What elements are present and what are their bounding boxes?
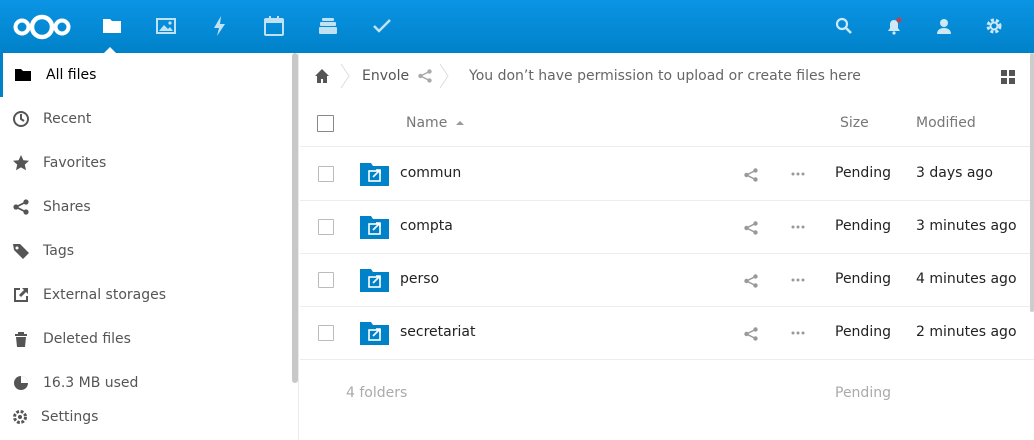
file-size: Pending	[835, 165, 891, 181]
file-size: Pending	[835, 324, 891, 340]
activity-app-icon[interactable]	[208, 14, 232, 38]
more-actions-icon[interactable]	[790, 219, 806, 235]
table-row[interactable]: perso Pending 4 minutes ago	[300, 254, 1034, 307]
breadcrumb-folder[interactable]: Envole	[362, 68, 409, 84]
top-bar	[0, 0, 1034, 53]
sidebar-item-label: Recent	[43, 111, 92, 127]
grid-view-icon[interactable]	[1001, 70, 1015, 84]
trash-icon	[15, 332, 27, 347]
external-folder-icon	[360, 269, 389, 292]
file-name[interactable]: commun	[400, 165, 461, 181]
clock-icon	[13, 111, 29, 127]
table-row[interactable]: secretariat Pending 2 minutes ago	[300, 307, 1034, 360]
external-folder-icon	[360, 163, 389, 186]
sidebar-scrollbar[interactable]	[292, 53, 298, 383]
row-checkbox[interactable]	[318, 166, 334, 182]
external-folder-icon	[360, 322, 389, 345]
file-size: Pending	[835, 218, 891, 234]
sidebar-item-label: External storages	[43, 287, 167, 303]
share-icon[interactable]	[743, 167, 759, 183]
table-row[interactable]: commun Pending 3 days ago	[300, 148, 1034, 201]
sidebar-item-favorites[interactable]: Favorites	[0, 141, 290, 185]
settings-label: Settings	[41, 409, 99, 425]
external-folder-icon	[360, 216, 389, 239]
folder-icon	[15, 69, 31, 81]
external-icon	[14, 288, 28, 302]
sidebar-item-external-storages[interactable]: External storages	[0, 273, 290, 317]
sidebar-item-label: Shares	[43, 199, 91, 215]
calendar-app-icon[interactable]	[262, 14, 286, 38]
quota-label: 16.3 MB used	[43, 375, 139, 391]
folder-count: 4 folders	[346, 385, 408, 401]
sidebar-item-deleted-files[interactable]: Deleted files	[0, 317, 290, 361]
tasks-app-icon[interactable]	[370, 14, 394, 38]
row-checkbox[interactable]	[318, 325, 334, 341]
breadcrumb: Envole You don’t have permission to uplo…	[300, 53, 1034, 99]
breadcrumb-separator	[340, 63, 350, 89]
home-icon[interactable]	[314, 68, 330, 84]
photos-app-icon[interactable]	[154, 14, 178, 38]
sidebar-item-tags[interactable]: Tags	[0, 229, 290, 273]
share-icon[interactable]	[743, 326, 759, 342]
more-actions-icon[interactable]	[790, 166, 806, 182]
column-size[interactable]: Size	[840, 115, 869, 131]
quota-pie-icon	[14, 376, 28, 390]
sidebar-item-label: Tags	[43, 243, 74, 259]
contacts-icon[interactable]	[934, 16, 954, 36]
column-modified[interactable]: Modified	[916, 115, 976, 131]
gear-icon	[13, 410, 27, 424]
share-icon[interactable]	[417, 68, 433, 84]
sidebar-item-label: Deleted files	[43, 331, 131, 347]
app-content: Envole You don’t have permission to uplo…	[300, 53, 1034, 440]
tag-icon	[13, 244, 29, 259]
share-icon[interactable]	[743, 220, 759, 236]
file-name[interactable]: perso	[400, 271, 439, 287]
notifications-icon[interactable]	[884, 16, 904, 36]
content-scrollbar[interactable]	[1030, 53, 1034, 312]
row-checkbox[interactable]	[318, 219, 334, 235]
share-icon[interactable]	[743, 273, 759, 289]
file-name[interactable]: compta	[400, 218, 453, 234]
sidebar-item-label: Favorites	[43, 155, 107, 171]
share-icon	[13, 199, 29, 215]
file-list-header: Name Size Modified	[300, 99, 1034, 147]
table-row[interactable]: compta Pending 3 minutes ago	[300, 201, 1034, 254]
breadcrumb-separator	[439, 63, 449, 89]
row-checkbox[interactable]	[318, 272, 334, 288]
file-name[interactable]: secretariat	[400, 324, 475, 340]
sort-ascending-icon	[456, 121, 464, 125]
sidebar-item-shares[interactable]: Shares	[0, 185, 290, 229]
sidebar-item-label: All files	[46, 67, 97, 83]
column-name[interactable]: Name	[406, 115, 447, 131]
sidebar-item-all-files[interactable]: All files	[0, 53, 290, 97]
file-modified: 3 days ago	[916, 165, 993, 181]
more-actions-icon[interactable]	[790, 325, 806, 341]
more-actions-icon[interactable]	[790, 272, 806, 288]
files-app-icon[interactable]	[100, 14, 124, 38]
star-icon	[13, 155, 29, 171]
nextcloud-logo[interactable]	[12, 13, 72, 41]
sidebar-item-recent[interactable]: Recent	[0, 97, 290, 141]
sidebar-settings[interactable]: Settings	[0, 395, 290, 439]
select-all-checkbox[interactable]	[317, 115, 334, 132]
search-icon[interactable]	[834, 16, 854, 36]
deck-app-icon[interactable]	[316, 14, 340, 38]
file-modified: 2 minutes ago	[916, 324, 1017, 340]
file-list-summary: 4 folders Pending	[300, 366, 1034, 420]
file-modified: 3 minutes ago	[916, 218, 1017, 234]
total-size: Pending	[835, 385, 891, 401]
file-size: Pending	[835, 271, 891, 287]
app-navigation: All files Recent Favorites Shares Tags E…	[0, 53, 299, 440]
permission-message: You don’t have permission to upload or c…	[469, 68, 861, 84]
file-modified: 4 minutes ago	[916, 271, 1017, 287]
settings-icon[interactable]	[984, 16, 1004, 36]
